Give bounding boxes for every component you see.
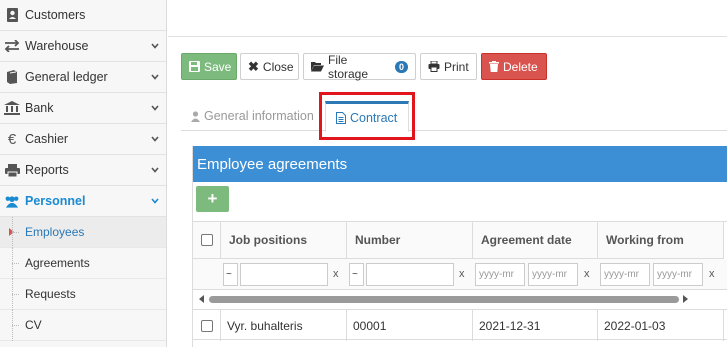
delete-button[interactable]: Delete xyxy=(481,53,547,80)
cell-agreement-date: 2021-12-31 xyxy=(473,310,598,341)
job-filter-clear[interactable]: x xyxy=(333,268,339,280)
column-header-job-positions[interactable]: Job positions xyxy=(221,222,347,259)
chevron-down-icon xyxy=(151,167,159,173)
filter-row: ~ x ~ x yyyy-mr yyyy-mr x yyyy-mr yyyy-m… xyxy=(193,259,727,290)
add-agreement-button[interactable]: + xyxy=(196,186,229,212)
close-button-label: Close xyxy=(262,59,294,74)
agreement-date-from-input[interactable]: yyyy-mr xyxy=(475,263,525,286)
print-button-label: Print xyxy=(444,59,469,74)
sidebar-subitem-requests[interactable]: Requests xyxy=(0,278,166,310)
chevron-down-icon xyxy=(151,105,159,111)
sidebar-item-bank[interactable]: Bank xyxy=(0,93,166,124)
sidebar: Customers Warehouse General ledger Bank … xyxy=(0,0,167,347)
select-all-checkbox[interactable] xyxy=(201,234,213,246)
tab-general-information[interactable]: General information xyxy=(187,101,319,131)
highlight-box xyxy=(319,92,415,140)
scrollbar-thumb[interactable] xyxy=(209,296,679,303)
bank-icon xyxy=(4,100,20,116)
folder-open-icon xyxy=(311,61,324,72)
number-filter-input[interactable] xyxy=(366,263,454,286)
agreement-date-filter-clear[interactable]: x xyxy=(584,268,590,280)
sidebar-subitem-employees[interactable]: Employees xyxy=(0,216,166,248)
number-filter-clear[interactable]: x xyxy=(459,268,465,280)
scroll-right-icon[interactable] xyxy=(683,295,688,303)
sidebar-item-label: Bank xyxy=(25,101,54,115)
job-filter-input[interactable] xyxy=(240,263,328,286)
chevron-down-icon xyxy=(151,136,159,142)
number-filter-operator[interactable]: ~ xyxy=(349,263,364,286)
sidebar-item-label: Cashier xyxy=(25,132,69,146)
working-from-to-input[interactable]: yyyy-mr xyxy=(653,263,703,286)
horizontal-scrollbar[interactable] xyxy=(193,293,727,305)
file-storage-button[interactable]: File storage 0 xyxy=(303,52,416,81)
job-filter-operator[interactable]: ~ xyxy=(223,263,238,286)
printer-icon xyxy=(428,61,440,72)
chevron-down-icon xyxy=(151,198,159,204)
sidebar-item-label: Reports xyxy=(25,163,69,177)
book-icon xyxy=(4,69,20,85)
row-select-cell xyxy=(193,310,221,341)
working-from-from-input[interactable]: yyyy-mr xyxy=(600,263,650,286)
agreement-date-to-input[interactable]: yyyy-mr xyxy=(528,263,578,286)
sidebar-item-customers[interactable]: Customers xyxy=(0,0,166,31)
cell-working-from: 2022-01-03 xyxy=(598,310,724,341)
working-from-filter-clear[interactable]: x xyxy=(709,268,715,280)
sidebar-subitem-label: Agreements xyxy=(25,256,90,270)
printer-icon xyxy=(4,162,20,178)
print-button[interactable]: Print xyxy=(420,53,477,80)
user-icon xyxy=(191,110,200,122)
sidebar-item-reports[interactable]: Reports xyxy=(0,155,166,186)
cell-job-position: Vyr. buhalteris xyxy=(221,310,347,341)
top-bar xyxy=(168,0,727,37)
row-checkbox[interactable] xyxy=(201,319,213,332)
tab-label: General information xyxy=(204,109,314,123)
cell-number: 00001 xyxy=(347,310,473,341)
sidebar-item-label: Customers xyxy=(25,8,86,22)
save-button-label: Save xyxy=(204,59,232,74)
column-header-agreement-date[interactable]: Agreement date xyxy=(473,222,598,259)
sidebar-item-cashier[interactable]: € Cashier xyxy=(0,124,166,155)
employee-agreements-panel: Employee agreements + Job positions Numb… xyxy=(192,146,727,347)
users-icon xyxy=(4,193,20,209)
agreements-table: Job positions Number Agreement date Work… xyxy=(193,221,727,347)
exchange-arrows-icon xyxy=(4,38,20,54)
sidebar-subitem-agreements[interactable]: Agreements xyxy=(0,247,166,279)
euro-icon: € xyxy=(7,130,17,148)
chevron-down-icon xyxy=(151,43,159,49)
floppy-disk-icon xyxy=(189,61,200,72)
sidebar-subitem-label: CV xyxy=(25,318,42,332)
close-icon: ✖ xyxy=(248,58,259,74)
close-button[interactable]: ✖ Close xyxy=(240,53,299,80)
panel-title: Employee agreements xyxy=(193,146,727,182)
sidebar-subitem-label: Employees xyxy=(25,225,85,239)
file-count-badge: 0 xyxy=(394,60,408,73)
scroll-left-icon[interactable] xyxy=(199,295,204,303)
sidebar-item-warehouse[interactable]: Warehouse xyxy=(0,31,166,62)
sidebar-item-label: Warehouse xyxy=(25,39,89,53)
table-row[interactable]: Vyr. buhalteris 00001 2021-12-31 2022-01… xyxy=(193,309,727,341)
chevron-down-icon xyxy=(151,74,159,80)
save-button[interactable]: Save xyxy=(181,53,237,80)
sidebar-item-general-ledger[interactable]: General ledger xyxy=(0,62,166,93)
file-storage-label: File storage xyxy=(328,52,369,81)
delete-button-label: Delete xyxy=(503,59,538,74)
column-header-number[interactable]: Number xyxy=(347,222,473,259)
sidebar-subitem-label: Requests xyxy=(25,287,76,301)
column-header-working-from[interactable]: Working from xyxy=(598,222,724,259)
address-book-icon xyxy=(4,7,20,23)
sidebar-item-label: Personnel xyxy=(25,194,86,208)
select-all-header xyxy=(193,222,221,259)
sidebar-subitem-cv[interactable]: CV xyxy=(0,309,166,341)
sidebar-item-label: General ledger xyxy=(25,70,108,84)
trash-icon xyxy=(489,61,499,72)
sidebar-item-personnel[interactable]: Personnel xyxy=(0,186,166,217)
